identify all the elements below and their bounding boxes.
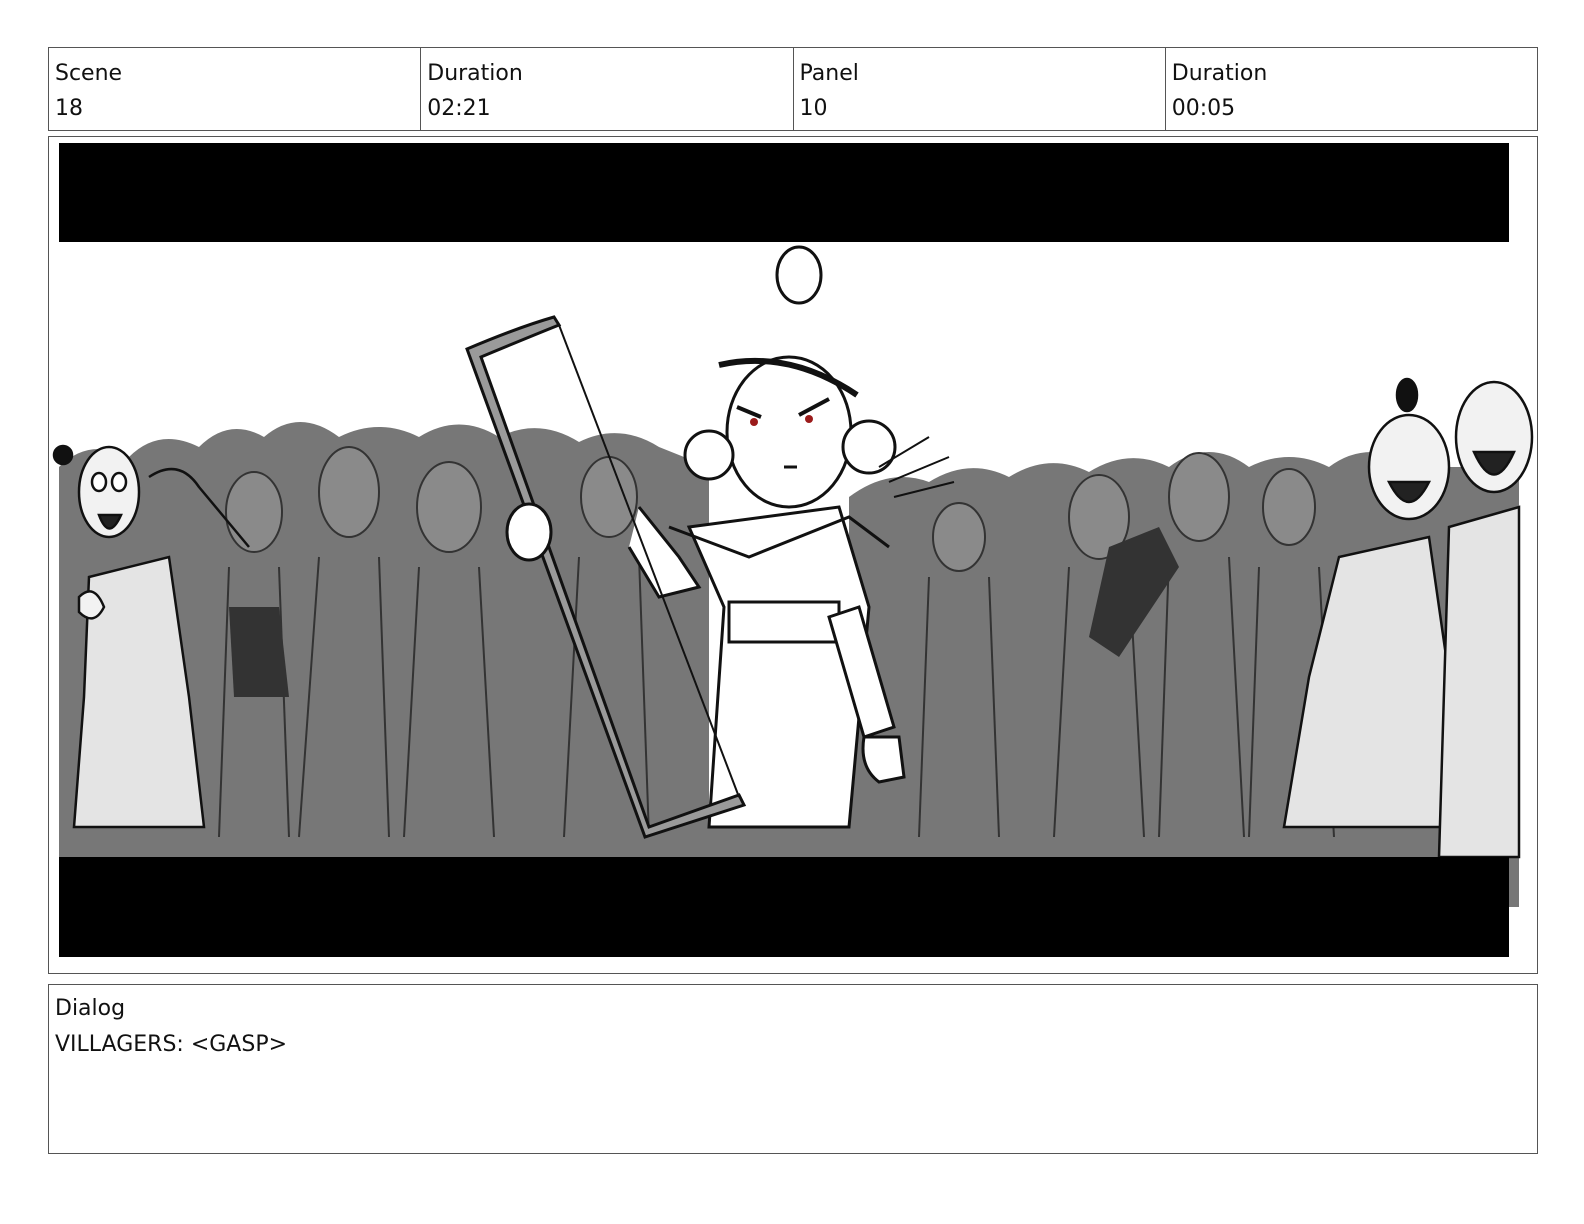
scene-label: Scene <box>55 61 123 86</box>
panel-duration-cell: Duration 00:05 <box>1166 48 1537 130</box>
letterbox-bottom <box>59 857 1509 957</box>
panel-duration-label: Duration <box>1171 61 1268 86</box>
dialog-label: Dialog <box>55 996 126 1021</box>
scene-value: 18 <box>55 96 83 121</box>
letterbox-top <box>59 143 1509 242</box>
storyboard-panel <box>48 136 1538 974</box>
panel-duration-value: 00:05 <box>1171 96 1236 121</box>
panel-label: Panel <box>799 61 859 86</box>
panel-cell: Panel 10 <box>794 48 1166 130</box>
dialog-box: Dialog VILLAGERS: <GASP> <box>48 984 1538 1154</box>
storyboard-sketch <box>49 137 1536 972</box>
dialog-text: VILLAGERS: <GASP> <box>55 1032 288 1057</box>
scene-duration-cell: Duration 02:21 <box>421 48 794 130</box>
scene-info-table: Scene 18 Duration 02:21 Panel 10 Duratio… <box>48 47 1538 131</box>
scene-cell: Scene 18 <box>49 48 422 130</box>
scene-duration-value: 02:21 <box>427 96 491 121</box>
panel-value: 10 <box>799 96 828 121</box>
scene-duration-label: Duration <box>427 61 523 86</box>
